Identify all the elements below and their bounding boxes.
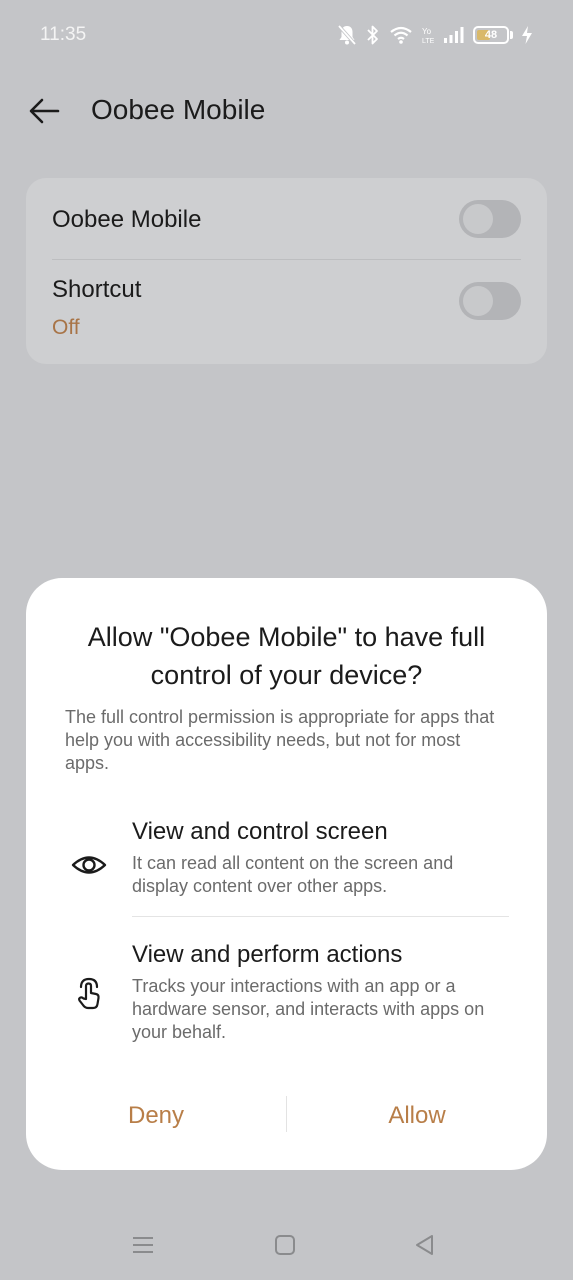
permission-dialog: Allow "Oobee Mobile" to have full contro… (26, 578, 547, 1170)
home-square-icon[interactable] (270, 1230, 300, 1260)
back-triangle-icon[interactable] (410, 1230, 440, 1260)
permission-view-control-screen: View and control screen It can read all … (26, 816, 547, 916)
allow-button[interactable]: Allow (287, 1086, 547, 1146)
battery-icon: 48 (473, 26, 513, 44)
setting-label: Oobee Mobile (52, 206, 202, 233)
menu-icon[interactable] (128, 1230, 158, 1260)
dialog-actions: Deny Allow (26, 1086, 547, 1146)
setting-row-shortcut[interactable]: Shortcut Off (26, 260, 547, 364)
divider (132, 916, 509, 917)
dialog-title: Allow "Oobee Mobile" to have full contro… (87, 622, 486, 690)
app-toggle[interactable] (459, 200, 521, 238)
app-bar: Oobee Mobile (0, 80, 573, 144)
permission-view-perform-actions: View and perform actions Tracks your int… (26, 939, 547, 1049)
bluetooth-icon (365, 24, 381, 46)
wifi-icon (389, 25, 413, 45)
svg-text:Yo: Yo (422, 27, 432, 36)
setting-label: Shortcut (52, 276, 142, 303)
battery-level: 48 (484, 29, 498, 41)
settings-card: Oobee Mobile Shortcut Off (26, 178, 547, 364)
navigation-bar (0, 1210, 573, 1280)
deny-button[interactable]: Deny (26, 1086, 286, 1146)
shortcut-toggle[interactable] (459, 282, 521, 320)
eye-icon (70, 846, 108, 884)
touch-hand-icon (70, 975, 108, 1013)
status-bar: 11:35 Yo LTE 48 (0, 0, 573, 70)
signal-icon (443, 26, 465, 44)
bell-muted-icon (337, 24, 357, 46)
toggle-knob (463, 204, 493, 234)
setting-row-app[interactable]: Oobee Mobile (26, 178, 547, 260)
permission-description: It can read all content on the screen an… (132, 853, 454, 896)
dialog-description: The full control permission is appropria… (65, 707, 495, 773)
permission-title: View and perform actions (132, 941, 403, 968)
setting-status: Off (52, 316, 80, 339)
status-time: 11:35 (40, 24, 87, 45)
svg-text:LTE: LTE (422, 38, 435, 45)
status-icons: Yo LTE 48 (337, 22, 533, 48)
arrow-left-icon[interactable] (28, 94, 62, 128)
charging-icon (521, 25, 533, 45)
page-title: Oobee Mobile (91, 94, 266, 125)
volte-icon: Yo LTE (421, 24, 435, 46)
toggle-knob (463, 286, 493, 316)
permission-description: Tracks your interactions with an app or … (132, 976, 485, 1042)
permission-title: View and control screen (132, 818, 388, 845)
